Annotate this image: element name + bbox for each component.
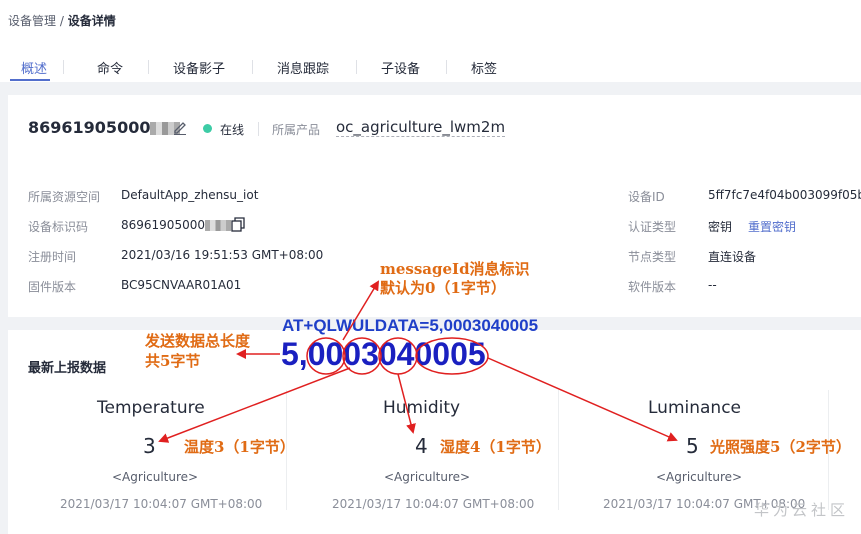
masked-id-suffix [204,220,231,231]
register-time-value: 2021/03/16 19:51:53 GMT+08:00 [121,248,324,262]
device-id-text: 86961905000 [28,118,151,137]
node-id-value: 86961905000 [121,218,231,232]
active-tab-indicator [10,79,50,81]
annotation-luminance: 光照强度5（2字节） [710,438,851,456]
annotation-length-line1: 发送数据总长度 [145,332,251,350]
metric-name-humidity: Humidity [383,398,461,418]
metric-time-temperature: 2021/03/17 10:04:07 GMT+08:00 [60,497,263,511]
tab-divider [446,60,447,74]
annotation-payload: 5,0003040005 [281,336,486,372]
metric-time-humidity: 2021/03/17 10:04:07 GMT+08:00 [332,497,535,511]
tab-message-trace[interactable]: 消息跟踪 [277,58,329,77]
tab-divider [252,60,253,74]
software-version-value: -- [708,278,717,292]
product-link[interactable]: oc_agriculture_lwm2m [336,118,506,137]
auth-type-value: 密钥 [708,220,733,234]
firmware-value: BC95CNVAAR01A01 [121,278,242,292]
tab-overview[interactable]: 概述 [21,58,47,77]
metric-tag-humidity: <Agriculture> [384,470,471,484]
breadcrumb-separator: / [59,14,64,28]
reset-secret-link[interactable]: 重置密钥 [748,218,796,235]
online-status-dot [203,124,212,133]
tab-divider [148,60,149,74]
register-time-label: 注册时间 [28,250,77,264]
auth-type-label: 认证类型 [628,220,677,234]
resource-space-label: 所属资源空间 [28,190,101,204]
edit-icon[interactable] [172,119,188,135]
annotation-at-command: AT+QLWULDATA=5,0003040005 [282,316,539,335]
divider [258,122,259,136]
breadcrumb-current: 设备详情 [67,14,116,28]
node-type-label: 节点类型 [628,250,677,264]
device-id-label: 设备ID [628,190,665,204]
tab-child-devices[interactable]: 子设备 [381,58,420,77]
device-id-title: 86961905000 [28,118,181,137]
latest-data-title: 最新上报数据 [28,361,107,376]
metric-tag-temperature: <Agriculture> [112,470,199,484]
metric-value-luminance: 5 [686,434,699,458]
breadcrumb: 设备管理 / 设备详情 [8,12,116,29]
tab-commands[interactable]: 命令 [97,58,123,77]
metric-value-temperature: 3 [143,434,156,458]
breadcrumb-parent[interactable]: 设备管理 [8,14,56,28]
node-id-text: 86961905000 [121,218,205,232]
metric-name-luminance: Luminance [648,398,742,418]
device-id-value: 5ff7fc7e4f04b003099f05b4_ [708,188,861,202]
metric-name-temperature: Temperature [97,398,205,418]
firmware-label: 固件版本 [28,280,77,294]
tab-tags[interactable]: 标签 [471,58,497,77]
annotation-temperature: 温度3（1字节） [184,438,295,456]
metric-value-humidity: 4 [415,434,428,458]
tab-divider [356,60,357,74]
watermark: 华为云社区 [753,501,849,519]
resource-space-value: DefaultApp_zhensu_iot [121,188,259,202]
online-status-text: 在线 [220,123,245,137]
metric-divider [558,390,559,510]
top-bar [0,0,861,82]
annotation-length-line2: 共5字节 [145,352,201,370]
product-label: 所属产品 [272,123,321,137]
tab-divider [63,60,64,74]
node-type-value: 直连设备 [708,250,757,264]
tab-device-shadow[interactable]: 设备影子 [173,58,225,77]
software-version-label: 软件版本 [628,280,677,294]
annotation-msgid-line1: messageId消息标识 [380,260,530,278]
annotation-humidity: 湿度4（1字节） [440,438,551,456]
node-id-label: 设备标识码 [28,220,89,234]
metric-tag-luminance: <Agriculture> [656,470,743,484]
copy-icon[interactable] [230,216,246,232]
annotation-msgid-line2: 默认为0（1字节） [380,279,506,297]
